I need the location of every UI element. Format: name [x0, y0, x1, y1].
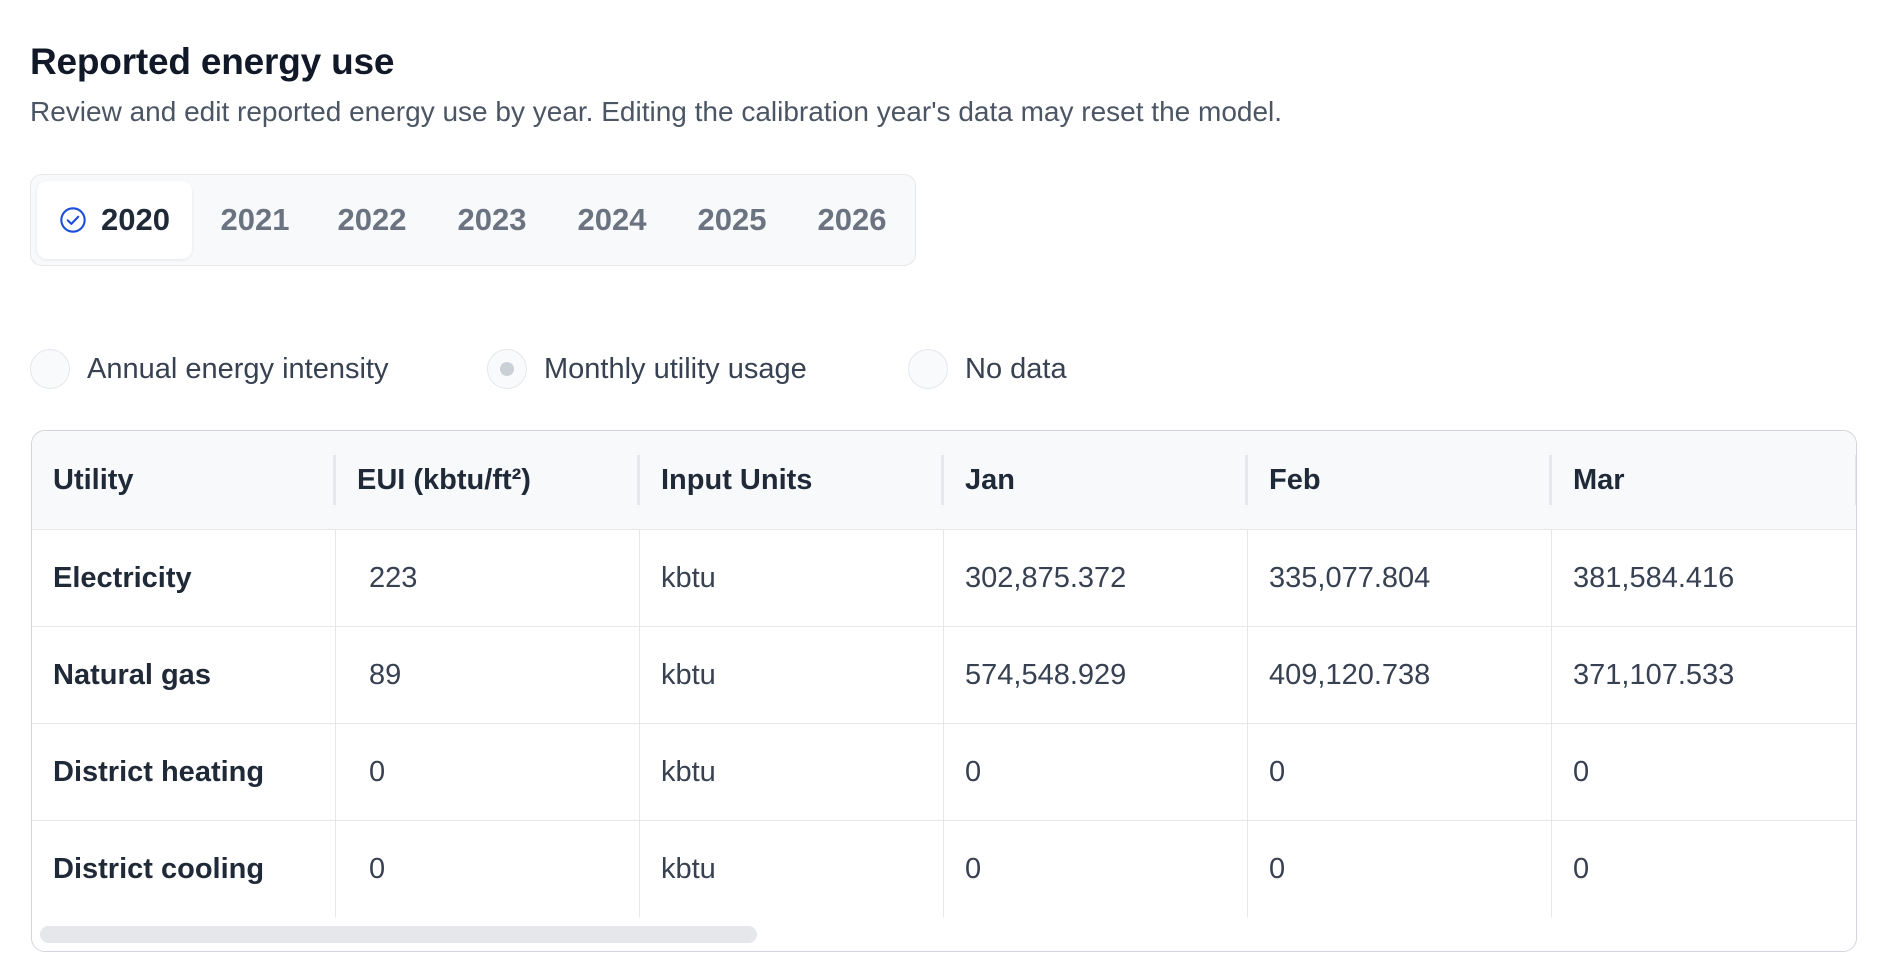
radio-no-data[interactable]: No data	[908, 349, 1067, 389]
feb-value-cell[interactable]: 0	[1248, 724, 1552, 820]
column-header-jan: Jan	[944, 431, 1248, 529]
table-row: District heating 0 kbtu 0 0 0	[32, 723, 1856, 820]
table-row: Natural gas 89 kbtu 574,548.929 409,120.…	[32, 626, 1856, 723]
column-header-input-units: Input Units	[640, 431, 944, 529]
utility-name-cell: District cooling	[32, 821, 336, 917]
radio-label: Monthly utility usage	[544, 352, 807, 385]
page-title: Reported energy use	[30, 41, 395, 82]
eui-cell[interactable]: 223	[336, 530, 640, 626]
tab-year-label: 2026	[817, 202, 887, 237]
tab-year-label: 2022	[337, 202, 407, 237]
mar-value-cell[interactable]: 381,584.416	[1552, 530, 1856, 626]
radio-button[interactable]	[30, 349, 70, 389]
column-header-feb: Feb	[1248, 431, 1552, 529]
radio-annual-energy-intensity[interactable]: Annual energy intensity	[30, 349, 388, 389]
tab-year-label: 2024	[577, 202, 647, 237]
tab-year-2025[interactable]: 2025	[677, 181, 787, 259]
input-units-cell[interactable]: kbtu	[640, 627, 944, 723]
table-row: District cooling 0 kbtu 0 0 0	[32, 820, 1856, 917]
column-header-mar: Mar	[1552, 431, 1856, 529]
tab-year-2022[interactable]: 2022	[317, 181, 427, 259]
jan-value-cell[interactable]: 0	[944, 724, 1248, 820]
feb-value-cell[interactable]: 335,077.804	[1248, 530, 1552, 626]
mar-value-cell[interactable]: 0	[1552, 724, 1856, 820]
eui-cell[interactable]: 0	[336, 724, 640, 820]
jan-value-cell[interactable]: 302,875.372	[944, 530, 1248, 626]
input-units-cell[interactable]: kbtu	[640, 821, 944, 917]
table-row: Electricity 223 kbtu 302,875.372 335,077…	[32, 529, 1856, 626]
radio-selected-dot	[500, 362, 514, 376]
utility-name-cell: District heating	[32, 724, 336, 820]
jan-value-cell[interactable]: 0	[944, 821, 1248, 917]
input-units-cell[interactable]: kbtu	[640, 530, 944, 626]
tab-year-label: 2021	[220, 202, 290, 237]
column-header-utility: Utility	[32, 431, 336, 529]
jan-value-cell[interactable]: 574,548.929	[944, 627, 1248, 723]
feb-value-cell[interactable]: 409,120.738	[1248, 627, 1552, 723]
tab-year-label: 2020	[101, 202, 170, 237]
radio-button[interactable]	[908, 349, 948, 389]
input-units-cell[interactable]: kbtu	[640, 724, 944, 820]
mar-value-cell[interactable]: 0	[1552, 821, 1856, 917]
tab-year-2024[interactable]: 2024	[557, 181, 667, 259]
radio-button[interactable]	[487, 349, 527, 389]
scrollbar-thumb[interactable]	[40, 926, 757, 943]
tab-year-2021[interactable]: 2021	[200, 181, 310, 259]
eui-cell[interactable]: 89	[336, 627, 640, 723]
horizontal-scrollbar[interactable]	[32, 923, 1856, 951]
tab-year-2026[interactable]: 2026	[797, 181, 907, 259]
tab-year-label: 2023	[457, 202, 527, 237]
tab-year-2020[interactable]: 2020	[37, 181, 192, 259]
page-subtitle: Review and edit reported energy use by y…	[30, 96, 1283, 127]
utility-name-cell: Natural gas	[32, 627, 336, 723]
radio-monthly-utility-usage[interactable]: Monthly utility usage	[487, 349, 807, 389]
tab-year-2023[interactable]: 2023	[437, 181, 547, 259]
radio-label: No data	[965, 352, 1067, 385]
energy-use-table: Utility EUI (kbtu/ft²) Input Units Jan F…	[31, 430, 1857, 952]
utility-name-cell: Electricity	[32, 530, 336, 626]
feb-value-cell[interactable]: 0	[1248, 821, 1552, 917]
mar-value-cell[interactable]: 371,107.533	[1552, 627, 1856, 723]
tab-year-label: 2025	[697, 202, 767, 237]
table-header-row: Utility EUI (kbtu/ft²) Input Units Jan F…	[32, 431, 1856, 529]
radio-label: Annual energy intensity	[87, 352, 389, 385]
check-circle-icon	[60, 207, 86, 233]
column-header-eui: EUI (kbtu/ft²)	[336, 431, 640, 529]
year-tabs: 2020 2021 2022 2023 2024 2025 2026	[30, 174, 916, 266]
eui-cell[interactable]: 0	[336, 821, 640, 917]
